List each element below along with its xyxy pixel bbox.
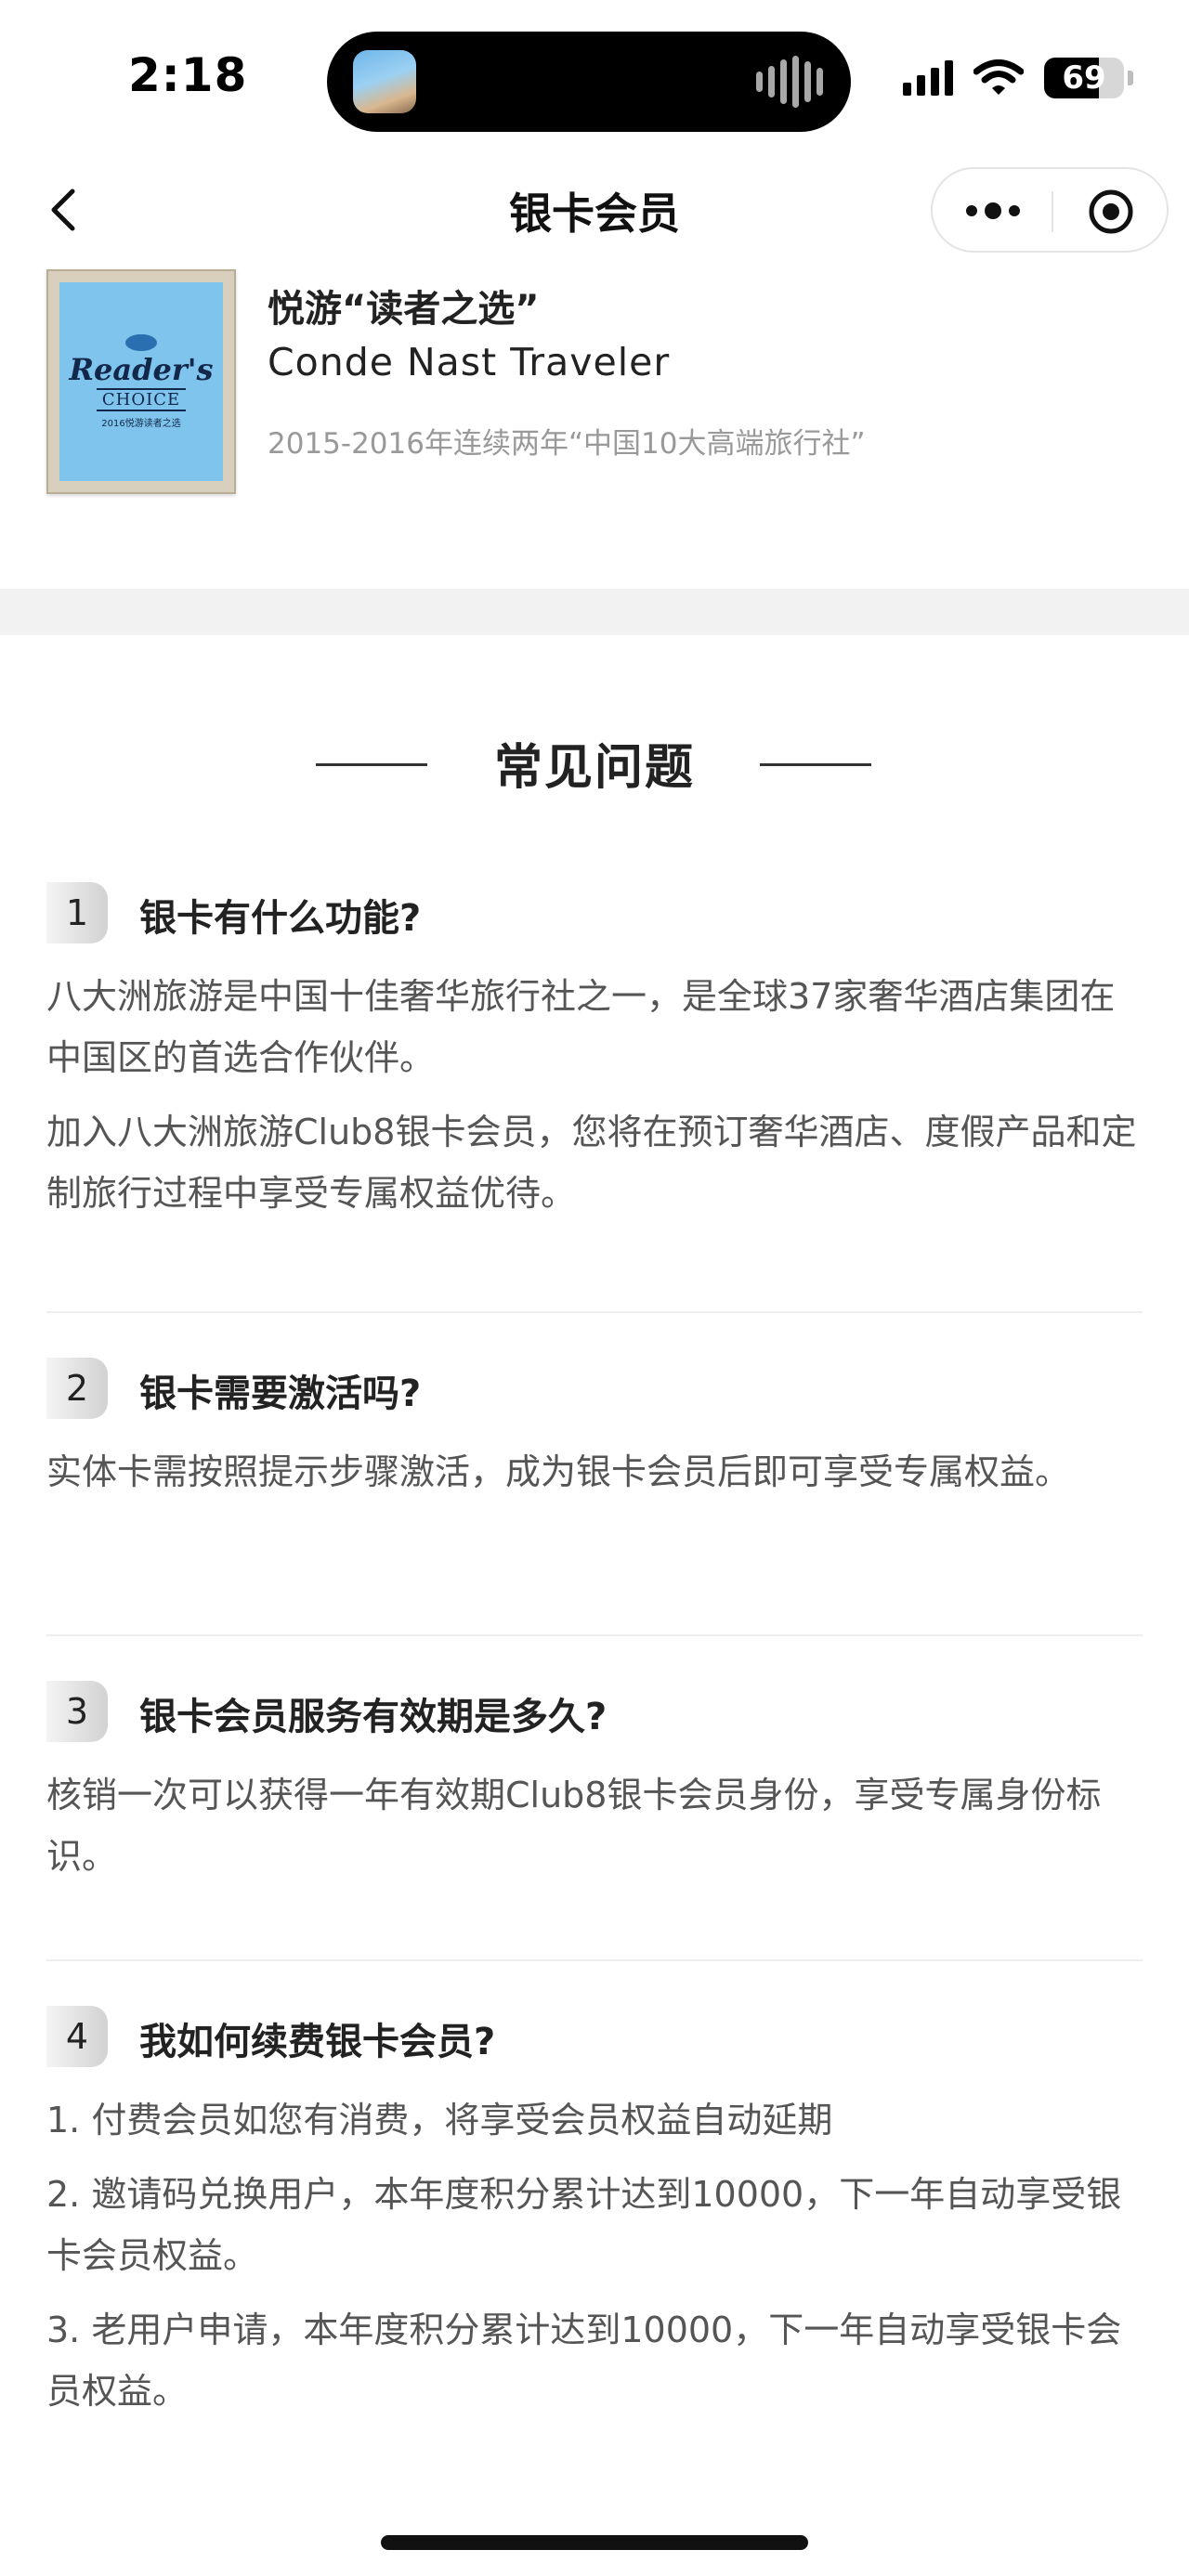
plaque-face: Reader's CHOICE 2016悦游读者之选: [59, 282, 223, 481]
plaque-choice-text: CHOICE: [96, 388, 187, 411]
faq-item-1: 1 银卡有什么功能? 八大洲旅游是中国十佳奢华旅行社之一，是全球37家奢华酒店集…: [46, 882, 1143, 1224]
faq-divider: [46, 1959, 1143, 1961]
plaque-sub-text: 2016悦游读者之选: [101, 419, 181, 429]
battery-icon: 69: [1044, 58, 1124, 98]
faq-title-line-right: [760, 763, 871, 766]
faq-answer: 实体卡需按照提示步骤激活，成为银卡会员后即可享受专属权益。: [46, 1451, 1071, 1492]
battery-group: 69: [1044, 58, 1133, 98]
faq-item-2: 2 银卡需要激活吗? 实体卡需按照提示步骤激活，成为银卡会员后即可享受专属权益。: [46, 1358, 1143, 1503]
faq-header: 常见问题: [0, 724, 1189, 799]
faq-item-3: 3 银卡会员服务有效期是多久? 核销一次可以获得一年有效期Club8银卡会员身份…: [46, 1681, 1143, 1887]
faq-divider: [46, 1311, 1143, 1313]
mini-program-capsule: [931, 167, 1169, 253]
faq-question: 我如何续费银卡会员?: [139, 2021, 496, 2063]
award-description: 2015-2016年连续两年“中国10大高端旅行社”: [268, 427, 866, 461]
section-separator: [0, 589, 1189, 635]
faq-question-row: 4 我如何续费银卡会员?: [46, 2006, 1143, 2073]
award-publisher: Conde Nast Traveler: [268, 340, 671, 384]
close-target-icon[interactable]: [1087, 188, 1135, 236]
status-time: 2:18: [128, 48, 248, 102]
plaque-badge-icon: [125, 334, 157, 351]
now-playing-artwork[interactable]: [353, 50, 416, 113]
audio-waveform-icon: [756, 56, 823, 108]
faq-title: 常见问题: [493, 740, 695, 796]
faq-number-badge: 1: [46, 882, 108, 943]
faq-number-badge: 3: [46, 1681, 108, 1742]
faq-answer: 八大洲旅游是中国十佳奢华旅行社之一，是全球37家奢华酒店集团在中国区的首选合作伙…: [46, 976, 1116, 1078]
faq-question: 银卡有什么功能?: [139, 897, 422, 940]
faq-question-row: 1 银卡有什么功能?: [46, 882, 1143, 949]
faq-answer: 核销一次可以获得一年有效期Club8银卡会员身份，享受专属身份标识。: [46, 1775, 1102, 1877]
faq-divider: [46, 1634, 1143, 1636]
plaque-main-text: Reader's: [69, 352, 214, 387]
faq-item-4: 4 我如何续费银卡会员? 1. 付费会员如您有消费，将享受会员权益自动延期 2.…: [46, 2006, 1143, 2422]
dynamic-island[interactable]: [327, 32, 851, 132]
cellular-signal-icon: [903, 60, 953, 96]
award-title: 悦游“读者之选”: [268, 288, 540, 331]
faq-answer: 加入八大洲旅游Club8银卡会员，您将在预订奢华酒店、度假产品和定制旅行过程中享…: [46, 1112, 1137, 1214]
faq-question: 银卡会员服务有效期是多久?: [139, 1696, 608, 1738]
faq-number-badge: 4: [46, 2006, 108, 2067]
battery-cap: [1128, 71, 1133, 85]
readers-choice-plaque: Reader's CHOICE 2016悦游读者之选: [46, 269, 236, 494]
page: 2:18 69 银卡会员 Reader's CHOICE 2016悦游读者之选 …: [0, 0, 1189, 2576]
faq-question: 银卡需要激活吗?: [139, 1373, 422, 1415]
faq-question-row: 2 银卡需要激活吗?: [46, 1358, 1143, 1425]
status-indicators: 69: [903, 58, 1133, 98]
more-dots-icon[interactable]: [966, 197, 1022, 225]
faq-number-badge: 2: [46, 1358, 108, 1419]
faq-answer: 1. 付费会员如您有消费，将享受会员权益自动延期: [46, 2100, 833, 2140]
capsule-divider: [1052, 191, 1053, 232]
wifi-icon: [973, 59, 1024, 97]
faq-question-row: 3 银卡会员服务有效期是多久?: [46, 1681, 1143, 1748]
battery-level: 69: [1062, 59, 1106, 97]
faq-answer: 3. 老用户申请，本年度积分累计达到10000，下一年自动享受银卡会员权益。: [46, 2309, 1122, 2412]
nav-bar: 银卡会员: [0, 158, 1189, 262]
home-indicator[interactable]: [381, 2535, 808, 2550]
award-section: Reader's CHOICE 2016悦游读者之选 悦游“读者之选” Cond…: [0, 269, 1189, 585]
faq-answer: 2. 邀请码兑换用户，本年度积分累计达到10000，下一年自动享受银卡会员权益。: [46, 2174, 1122, 2276]
status-bar: 2:18 69: [0, 0, 1189, 149]
